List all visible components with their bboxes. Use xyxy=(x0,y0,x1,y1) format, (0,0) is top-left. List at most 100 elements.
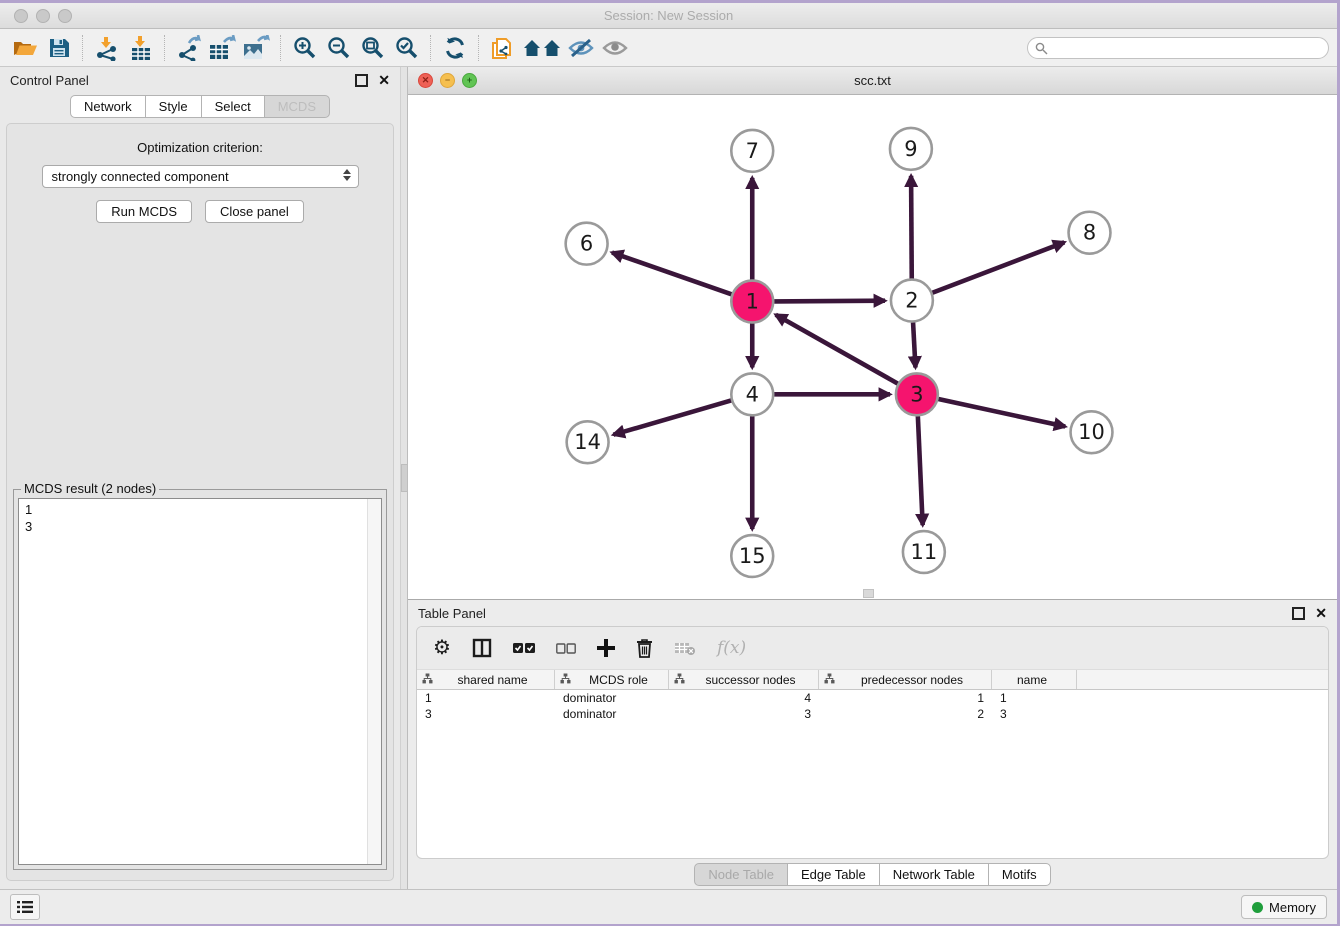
table-row[interactable]: 1dominator411 xyxy=(417,690,1328,706)
graph-node-10[interactable]: 10 xyxy=(1071,411,1113,453)
function-builder-icon[interactable]: f(x) xyxy=(717,638,746,658)
zoom-out-button[interactable] xyxy=(322,33,356,63)
graph-node-1[interactable]: 1 xyxy=(731,281,773,323)
tab-network-table[interactable]: Network Table xyxy=(879,863,989,886)
float-panel-icon[interactable] xyxy=(355,74,368,87)
table-cell[interactable]: 3 xyxy=(669,706,819,722)
show-all-button[interactable] xyxy=(598,33,632,63)
graph-node-9[interactable]: 9 xyxy=(890,128,932,170)
tab-edge-table[interactable]: Edge Table xyxy=(787,863,880,886)
gear-icon[interactable]: ⚙ xyxy=(433,638,451,658)
titlebar: Session: New Session xyxy=(0,3,1337,29)
criterion-dropdown[interactable]: strongly connected component xyxy=(42,165,359,188)
graph-node-2[interactable]: 2 xyxy=(891,280,933,322)
export-table-button[interactable] xyxy=(206,33,240,63)
import-network-icon xyxy=(94,35,120,61)
table-row[interactable]: 3dominator323 xyxy=(417,706,1328,722)
save-session-button[interactable] xyxy=(42,33,76,63)
add-icon[interactable] xyxy=(597,639,615,657)
table-cell[interactable]: 1 xyxy=(819,690,992,706)
graph-node-11[interactable]: 11 xyxy=(903,531,945,573)
edge-4-14[interactable] xyxy=(613,400,731,434)
first-neighbors-button[interactable] xyxy=(520,33,564,63)
select-all-icon[interactable] xyxy=(513,642,535,654)
edge-1-2[interactable] xyxy=(774,301,885,302)
svg-text:4: 4 xyxy=(746,382,759,406)
table-cell[interactable]: dominator xyxy=(555,706,669,722)
refresh-button[interactable] xyxy=(438,33,472,63)
network-canvas[interactable]: 1 2 3 4 6 7 8 9 10 11 14 15 xyxy=(408,95,1337,599)
table-cell[interactable]: 2 xyxy=(819,706,992,722)
import-network-button[interactable] xyxy=(90,33,124,63)
edge-3-11[interactable] xyxy=(918,416,923,525)
search-container xyxy=(1027,37,1329,59)
canvas-resize-grip[interactable] xyxy=(863,589,874,598)
export-network-button[interactable] xyxy=(172,33,206,63)
edge-1-6[interactable] xyxy=(612,253,731,295)
close-panel-icon[interactable]: ✕ xyxy=(378,73,390,87)
tab-network[interactable]: Network xyxy=(70,95,146,118)
column-header-MCDS-role[interactable]: MCDS role xyxy=(555,670,669,689)
mcds-result-group: MCDS result (2 nodes) 13 xyxy=(13,489,387,870)
run-mcds-button[interactable]: Run MCDS xyxy=(96,200,192,223)
graph-node-15[interactable]: 15 xyxy=(731,535,773,577)
svg-text:1: 1 xyxy=(746,290,759,314)
hide-selected-button[interactable] xyxy=(564,33,598,63)
float-table-panel-icon[interactable] xyxy=(1292,607,1305,620)
graph-node-3[interactable]: 3 xyxy=(896,373,938,415)
delete-table-icon[interactable] xyxy=(674,640,696,656)
column-header-successor-nodes[interactable]: successor nodes xyxy=(669,670,819,689)
mcds-buttons: Run MCDS Close panel xyxy=(7,200,393,223)
panel-splitter[interactable] xyxy=(400,67,408,889)
graph-node-14[interactable]: 14 xyxy=(567,421,609,463)
close-panel-button[interactable]: Close panel xyxy=(205,200,304,223)
import-table-button[interactable] xyxy=(124,33,158,63)
column-settings-icon[interactable] xyxy=(472,638,492,658)
column-header-predecessor-nodes[interactable]: predecessor nodes xyxy=(819,670,992,689)
tab-select[interactable]: Select xyxy=(201,95,265,118)
edge-2-3[interactable] xyxy=(913,322,915,367)
edge-2-9[interactable] xyxy=(911,176,912,279)
tab-mcds[interactable]: MCDS xyxy=(264,95,330,118)
search-input[interactable] xyxy=(1027,37,1329,59)
network-graph[interactable]: 1 2 3 4 6 7 8 9 10 11 14 15 xyxy=(408,95,1337,598)
task-history-button[interactable] xyxy=(10,894,40,920)
first-neighbors-icon xyxy=(522,36,562,60)
open-session-button[interactable] xyxy=(8,33,42,63)
edge-2-8[interactable] xyxy=(932,242,1064,292)
edge-3-10[interactable] xyxy=(938,399,1065,427)
table-cell[interactable]: dominator xyxy=(555,690,669,706)
table-cell[interactable]: 1 xyxy=(417,690,555,706)
table-cell[interactable]: 4 xyxy=(669,690,819,706)
column-header-shared-name[interactable]: shared name xyxy=(417,670,555,689)
table-cell[interactable]: 1 xyxy=(992,690,1077,706)
table-cell[interactable]: 3 xyxy=(992,706,1077,722)
tab-node-table[interactable]: Node Table xyxy=(694,863,788,886)
network-from-selection-button[interactable] xyxy=(486,33,520,63)
close-table-panel-icon[interactable]: ✕ xyxy=(1315,606,1327,620)
export-image-button[interactable] xyxy=(240,33,274,63)
result-scrollbar[interactable] xyxy=(367,499,381,864)
memory-button[interactable]: Memory xyxy=(1241,895,1327,919)
delete-icon[interactable] xyxy=(636,638,653,658)
zoom-fit-button[interactable] xyxy=(356,33,390,63)
tab-motifs[interactable]: Motifs xyxy=(988,863,1051,886)
zoom-in-button[interactable] xyxy=(288,33,322,63)
graph-node-7[interactable]: 7 xyxy=(731,130,773,172)
tab-style[interactable]: Style xyxy=(145,95,202,118)
splitter-grip[interactable] xyxy=(401,464,408,492)
graph-node-6[interactable]: 6 xyxy=(566,223,608,265)
show-all-icon xyxy=(601,36,629,60)
mcds-panel: Optimization criterion: strongly connect… xyxy=(6,123,394,881)
column-header-name[interactable]: name xyxy=(992,670,1077,689)
zoom-selected-button[interactable] xyxy=(390,33,424,63)
maximize-network-button[interactable]: + xyxy=(462,73,477,88)
graph-node-4[interactable]: 4 xyxy=(731,373,773,415)
table-cell[interactable]: 3 xyxy=(417,706,555,722)
close-network-button[interactable]: ✕ xyxy=(418,73,433,88)
edge-3-1[interactable] xyxy=(776,315,898,384)
minimize-network-button[interactable]: − xyxy=(440,73,455,88)
memory-status-icon xyxy=(1252,902,1263,913)
deselect-all-icon[interactable] xyxy=(556,643,576,654)
graph-node-8[interactable]: 8 xyxy=(1069,212,1111,254)
